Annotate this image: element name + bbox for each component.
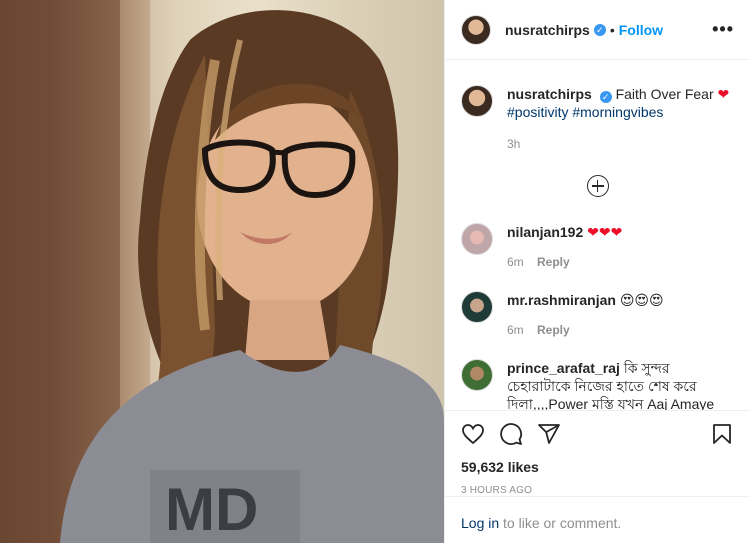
bookmark-icon[interactable]: [710, 422, 734, 446]
post-header: nusratchirps ✓ • Follow •••: [445, 0, 750, 60]
caption-avatar[interactable]: [461, 85, 493, 117]
follow-button[interactable]: Follow: [619, 22, 663, 38]
list-item: nilanjan192 ❤❤❤ 6m Reply: [461, 223, 734, 271]
comment-icon[interactable]: [499, 422, 523, 446]
comment-text: ❤❤❤: [587, 224, 623, 240]
post-panel: nusratchirps ✓ • Follow ••• nusratchirps…: [444, 0, 750, 543]
caption: nusratchirps ✓ Faith Over Fear ❤ #positi…: [461, 85, 734, 153]
post-photo-illustration: MD: [0, 0, 444, 543]
share-icon[interactable]: [537, 422, 561, 446]
author-avatar[interactable]: [461, 14, 491, 45]
post-actions: 59,632 likes 3 HOURS AGO: [445, 410, 750, 496]
more-options-icon[interactable]: •••: [712, 19, 734, 40]
caption-time: 3h: [507, 137, 521, 151]
comment-meta: 6m Reply: [507, 321, 734, 339]
verified-badge-icon: ✓: [599, 91, 612, 103]
comment-meta: 6m Reply: [507, 253, 734, 271]
commenter-username[interactable]: mr.rashmiranjan: [507, 292, 616, 308]
verified-badge-icon: ✓: [593, 23, 606, 36]
caption-username[interactable]: nusratchirps: [507, 86, 592, 102]
action-icons: [461, 421, 734, 447]
login-suffix: to like or comment.: [499, 515, 622, 531]
reply-button[interactable]: Reply: [537, 323, 570, 337]
commenter-username[interactable]: prince_arafat_raj: [507, 360, 620, 376]
list-item: prince_arafat_raj কি সুন্দর চেহারাটাকে ন…: [461, 359, 734, 410]
comment-time: 6m: [507, 323, 524, 337]
commenter-avatar[interactable]: [461, 359, 493, 391]
svg-text:MD: MD: [165, 476, 258, 543]
reply-button[interactable]: Reply: [537, 255, 570, 269]
login-prompt: Log in to like or comment.: [445, 496, 750, 543]
comments-list[interactable]: nusratchirps ✓ Faith Over Fear ❤ #positi…: [445, 61, 750, 410]
commenter-username[interactable]: nilanjan192: [507, 224, 583, 240]
heart-emoji: ❤: [717, 86, 730, 102]
plus-circle-icon[interactable]: [586, 175, 609, 197]
separator-dot: •: [609, 21, 615, 38]
list-item: mr.rashmiranjan 😍😍😍 6m Reply: [461, 291, 734, 339]
commenter-avatar[interactable]: [461, 291, 493, 323]
post-photo[interactable]: MD: [0, 0, 444, 543]
author-username[interactable]: nusratchirps: [505, 22, 590, 38]
caption-hashtags[interactable]: #positivity #morningvibes: [507, 103, 734, 121]
heart-icon[interactable]: [461, 422, 485, 446]
caption-text: Faith Over Fear: [615, 86, 714, 102]
post-timestamp: 3 HOURS AGO: [461, 485, 533, 496]
comment-text: 😍😍😍: [619, 292, 664, 308]
commenter-avatar[interactable]: [461, 223, 493, 255]
likes-count[interactable]: 59,632 likes: [461, 459, 734, 475]
comment-time: 6m: [507, 255, 524, 269]
login-link[interactable]: Log in: [461, 515, 499, 531]
